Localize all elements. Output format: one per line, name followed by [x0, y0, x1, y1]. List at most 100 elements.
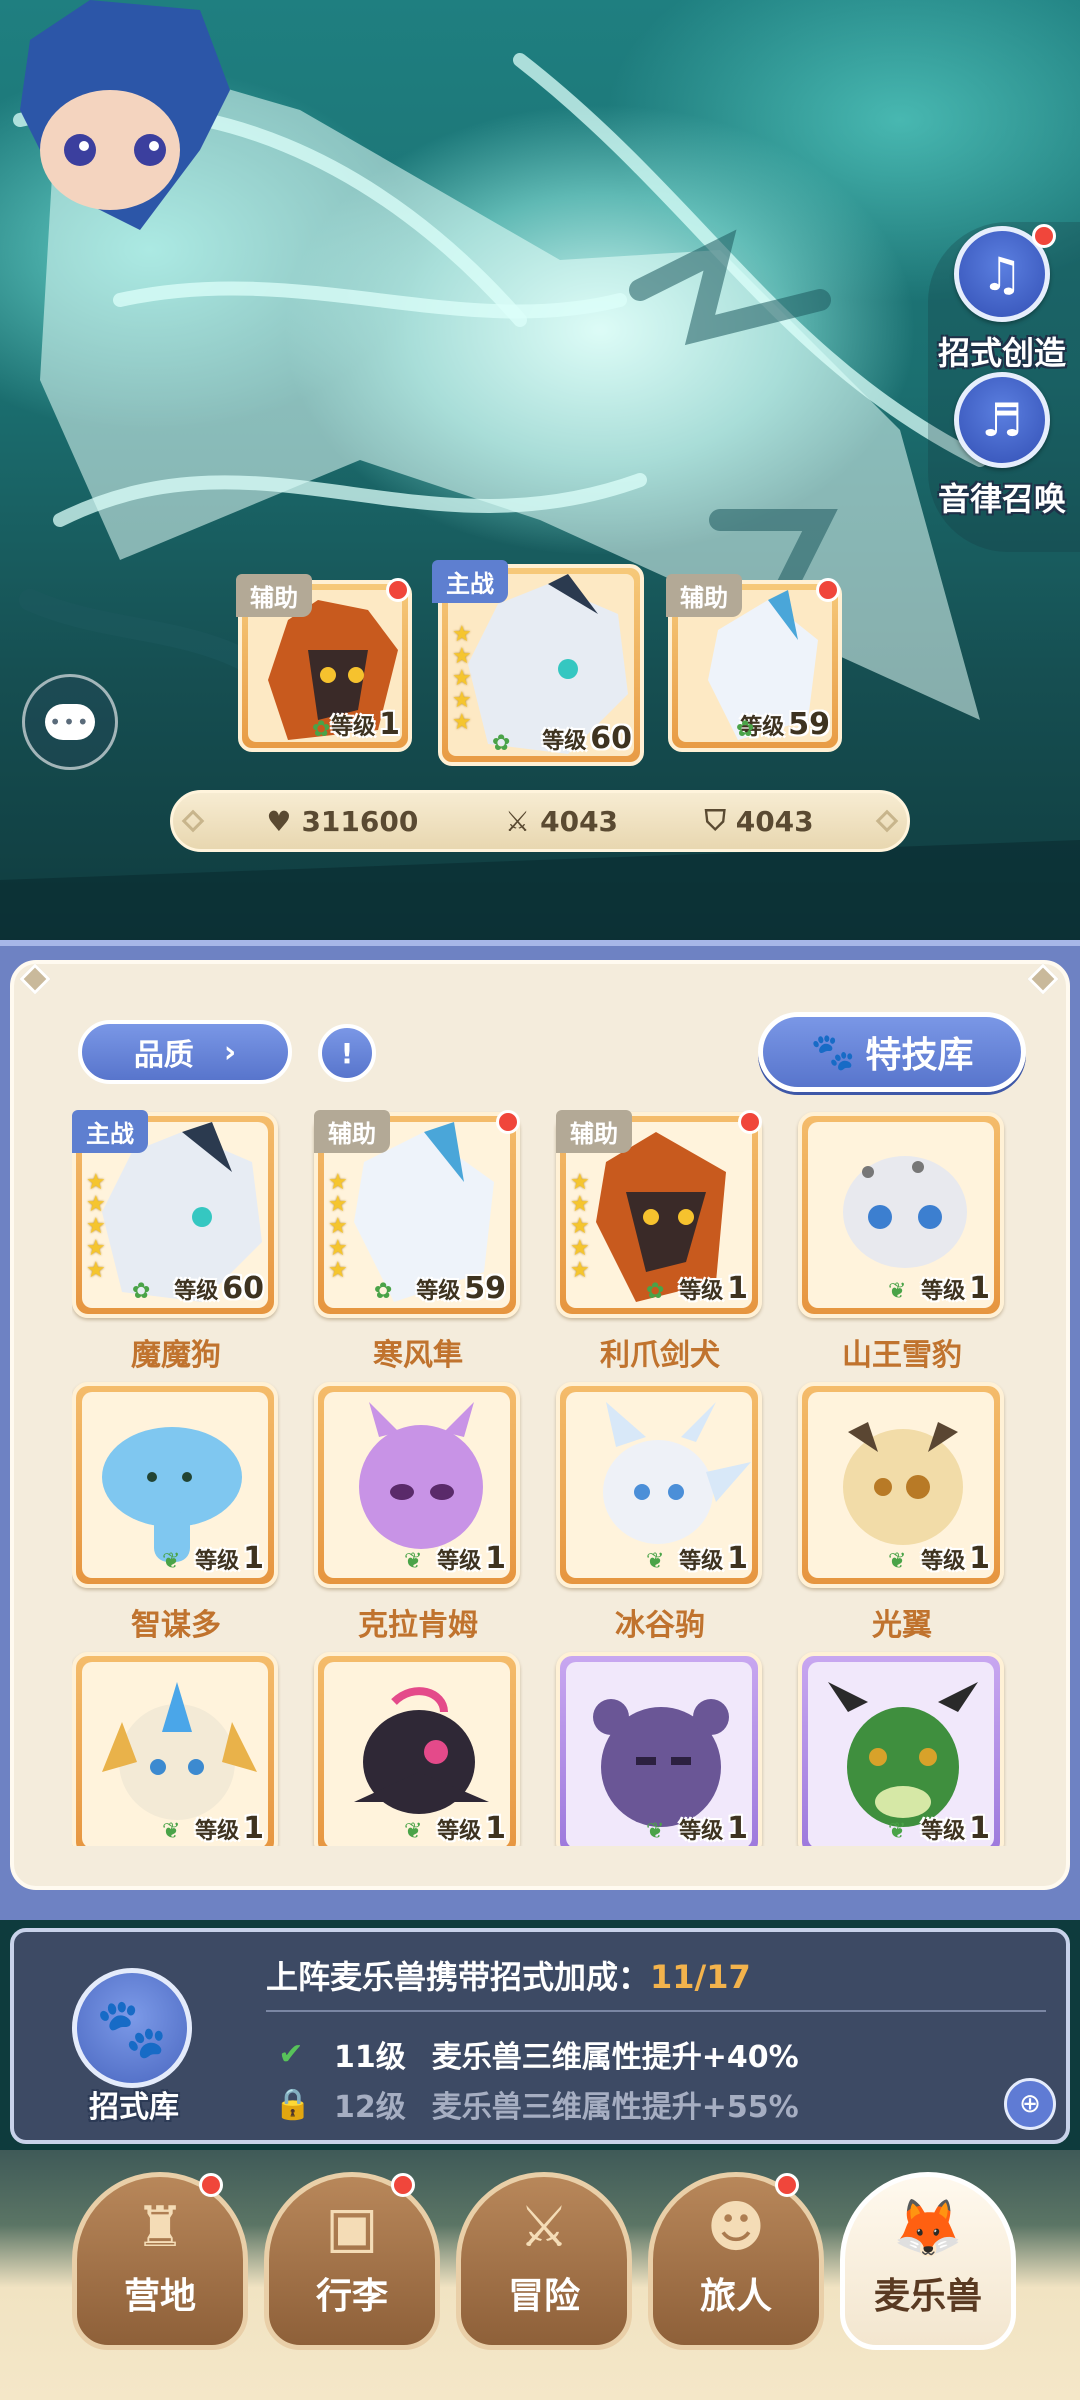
- tier-level: 11级: [334, 2040, 406, 2075]
- bonus-count: 11/17: [650, 1958, 751, 1996]
- move-creation-button[interactable]: ♫ 招式创造: [932, 224, 1072, 374]
- notification-dot: [775, 2173, 799, 2197]
- fox-icon: 🦊: [893, 2196, 963, 2261]
- traveler-icon: ☻: [706, 2195, 766, 2260]
- pet-card[interactable]: ★ ★ ★ ★ ★ ✿ 等级 60 主战: [72, 1110, 278, 1318]
- element-leaf-icon: ❦: [162, 1549, 181, 1574]
- notification-dot: [1032, 224, 1056, 248]
- nav-tab-adventure[interactable]: ⚔ 冒险: [456, 2172, 632, 2350]
- pet-cell[interactable]: ★ ★ ★ ★ ★ ✿ 等级 60 主战 魔魔狗: [72, 1110, 280, 1374]
- pet-card[interactable]: ★ ★ ★ ★ ★ ✿ 等级 1 辅助: [556, 1110, 762, 1318]
- pet-cell[interactable]: ❦ 等级 1 克拉肯姆: [314, 1382, 522, 1644]
- pet-card[interactable]: ❦ 等级 1: [798, 1112, 1004, 1318]
- paw-icon: 🐾: [810, 1032, 856, 1073]
- divider: [266, 2010, 1046, 2012]
- team-stats-bar: ♥ 311600 ⚔ 4043 ⛉ 4043: [170, 790, 910, 852]
- chevron-right-icon: ›: [223, 1034, 237, 1070]
- bonus-tier-achieved: ✔ 11级 麦乐兽三维属性提升+40%: [274, 2032, 799, 2076]
- pet-level: 等级 1: [679, 1271, 748, 1306]
- bonus-title: 上阵麦乐兽携带招式加成：11/17: [266, 1958, 751, 1996]
- element-leaf-icon: ❦: [888, 1279, 907, 1304]
- element-leaf-icon: ✿: [374, 1279, 393, 1304]
- pet-level: 等级 1: [437, 1541, 506, 1576]
- move-creation-label: 招式创造: [937, 334, 1066, 372]
- tier-text: 麦乐兽三维属性提升+40%: [431, 2040, 799, 2075]
- nav-label: 营地: [123, 2276, 196, 2317]
- nav-label: 冒险: [507, 2276, 580, 2317]
- pet-name: 冰谷驹: [615, 1608, 705, 1643]
- move-library-button[interactable]: 🐾: [72, 1968, 192, 2088]
- pet-level: 等级 1: [921, 1811, 990, 1846]
- pet-name: 魔魔狗: [131, 1338, 221, 1373]
- bonus-tier-locked: 🔒 12级 麦乐兽三维属性提升+55%: [274, 2082, 799, 2126]
- element-leaf-icon: ✿: [492, 731, 511, 756]
- element-leaf-icon: ❦: [646, 1819, 665, 1844]
- pet-level: 等级 1: [679, 1541, 748, 1576]
- pet-cell[interactable]: ❦ 等级 1: [798, 1652, 1006, 1846]
- pet-level: 等级 1: [679, 1811, 748, 1846]
- pet-cell[interactable]: ❦ 等级 1: [72, 1652, 280, 1846]
- element-leaf-icon: ❦: [404, 1549, 423, 1574]
- pet-cell[interactable]: ❦ 等级 1: [556, 1652, 764, 1846]
- quality-sort-button[interactable]: 品质 ›: [78, 1020, 292, 1084]
- notification-dot: [199, 2173, 223, 2197]
- nav-label: 行李: [315, 2276, 388, 2317]
- pet-level: 等级 1: [195, 1811, 264, 1846]
- attack-value: 4043: [540, 804, 619, 838]
- lyre-icon: ♬: [954, 372, 1050, 468]
- tier-level: 12级: [334, 2090, 406, 2125]
- rhythm-summon-button[interactable]: ♬ 音律召唤: [932, 372, 1072, 520]
- nav-tab-traveler[interactable]: ☻ 旅人: [648, 2172, 824, 2350]
- pet-card[interactable]: ❦ 等级 1: [798, 1382, 1004, 1588]
- paw-icon: 🐾: [95, 1993, 169, 2062]
- chat-button[interactable]: •••: [22, 674, 118, 770]
- star-rating: ★ ★ ★ ★ ★: [570, 1170, 590, 1283]
- pet-cell[interactable]: ❦ 等级 1 智谋多: [72, 1382, 280, 1644]
- crossed-swords-icon: ⚔: [505, 804, 531, 838]
- pet-name: 寒风隼: [373, 1338, 463, 1373]
- defense-value: 4043: [735, 804, 814, 838]
- move-bonus-bar: 🐾 招式库 上阵麦乐兽携带招式加成：11/17 ✔ 11级 麦乐兽三维属性提升+…: [10, 1928, 1070, 2144]
- check-icon: ✔: [278, 2036, 304, 2072]
- pet-cell[interactable]: ★ ★ ★ ★ ★ ✿ 等级 59 辅助 寒风隼: [314, 1110, 522, 1374]
- handbook-button[interactable]: !: [318, 1024, 376, 1082]
- book-icon: !: [340, 1036, 354, 1070]
- pet-card[interactable]: ❦ 等级 1: [556, 1652, 762, 1846]
- ornament: [181, 809, 205, 833]
- role-tag: 辅助: [314, 1110, 390, 1153]
- pet-name: 克拉肯姆: [358, 1608, 478, 1643]
- pet-level: 等级 1: [921, 1541, 990, 1576]
- role-tag: 辅助: [666, 574, 742, 617]
- nav-label: 麦乐兽: [873, 2276, 982, 2317]
- element-leaf-icon: ✿: [132, 1279, 151, 1304]
- pet-level: 等级 59: [416, 1271, 506, 1306]
- heart-icon: ♥: [266, 804, 292, 838]
- notification-dot: [391, 2173, 415, 2197]
- role-tag: 主战: [72, 1110, 148, 1153]
- pet-cell[interactable]: ❦ 等级 1 冰谷驹: [556, 1382, 764, 1644]
- notification-dot: [738, 1110, 762, 1134]
- pet-cell[interactable]: ❦ 等级 1 山王雪豹: [798, 1112, 1006, 1374]
- pet-name: 山王雪豹: [842, 1338, 962, 1373]
- pet-card[interactable]: ❦ 等级 1: [314, 1652, 520, 1846]
- pet-card[interactable]: ❦ 等级 1: [798, 1652, 1004, 1846]
- pet-card[interactable]: ★ ★ ★ ★ ★ ✿ 等级 59 辅助: [314, 1110, 520, 1318]
- nav-tab-luggage[interactable]: ▣ 行李: [264, 2172, 440, 2350]
- pet-card[interactable]: ❦ 等级 1: [72, 1382, 278, 1588]
- pet-cell[interactable]: ★ ★ ★ ★ ★ ✿ 等级 1 辅助 利爪剑犬: [556, 1110, 764, 1374]
- nav-tab-pets[interactable]: 🦊 麦乐兽: [840, 2172, 1016, 2350]
- nav-tab-camp[interactable]: ♜ 营地: [72, 2172, 248, 2350]
- pet-card[interactable]: ❦ 等级 1: [556, 1382, 762, 1588]
- zoom-in-button[interactable]: ⊕: [1004, 2078, 1056, 2130]
- shield-icon: ⛉: [704, 804, 726, 837]
- pet-level: 等级 1: [195, 1541, 264, 1576]
- skill-library-button[interactable]: 🐾 特技库: [758, 1012, 1026, 1092]
- element-leaf-icon: ❦: [404, 1819, 423, 1844]
- pet-cell[interactable]: ❦ 等级 1 光翼: [798, 1382, 1006, 1644]
- pet-cell[interactable]: ❦ 等级 1: [314, 1652, 522, 1846]
- pet-card[interactable]: ❦ 等级 1: [72, 1652, 278, 1846]
- notification-dot: [386, 578, 410, 602]
- magnifier-icon: ⊕: [1019, 2089, 1041, 2119]
- pet-name: 智谋多: [131, 1608, 221, 1643]
- pet-card[interactable]: ❦ 等级 1: [314, 1382, 520, 1588]
